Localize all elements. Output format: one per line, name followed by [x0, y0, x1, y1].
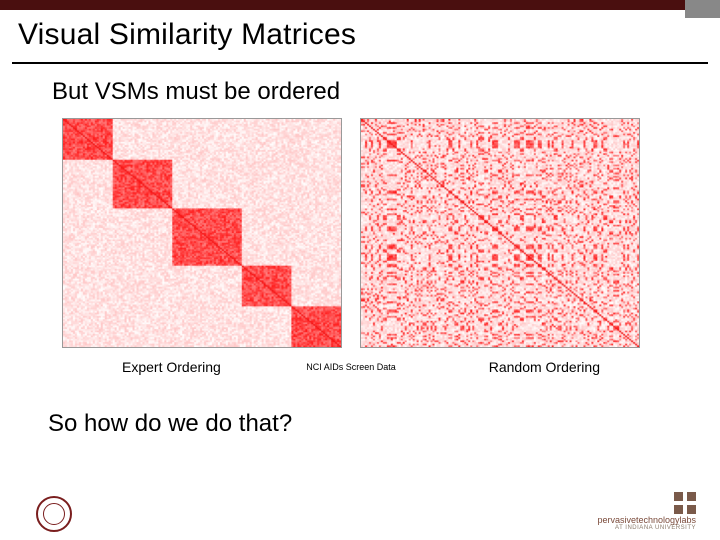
body-text-1: But VSMs must be ordered — [52, 78, 676, 106]
matrix-expert — [62, 118, 342, 348]
body-text-2: So how do we do that? — [48, 410, 676, 438]
lab-subtitle: AT INDIANA UNIVERSITY — [597, 525, 696, 532]
label-dataset: NCI AIDs Screen Data — [306, 362, 396, 372]
labels-row: Expert Ordering NCI AIDs Screen Data Ran… — [62, 358, 640, 376]
content-area: But VSMs must be ordered Expert Ordering… — [0, 64, 720, 438]
lab-logo-icon — [674, 492, 696, 514]
label-random-ordering: Random Ordering — [489, 359, 600, 375]
matrix-row — [62, 118, 676, 348]
label-expert-ordering: Expert Ordering — [122, 359, 221, 375]
title-area: Visual Similarity Matrices — [0, 10, 720, 56]
accent-bar — [0, 0, 720, 10]
footer: pervasivetechnologylabs AT INDIANA UNIVE… — [0, 492, 720, 532]
slide-title: Visual Similarity Matrices — [18, 18, 702, 52]
university-seal-icon — [36, 496, 72, 532]
lab-branding: pervasivetechnologylabs AT INDIANA UNIVE… — [597, 492, 696, 532]
matrix-random — [360, 118, 640, 348]
lab-name: pervasivetechnologylabs — [597, 516, 696, 526]
